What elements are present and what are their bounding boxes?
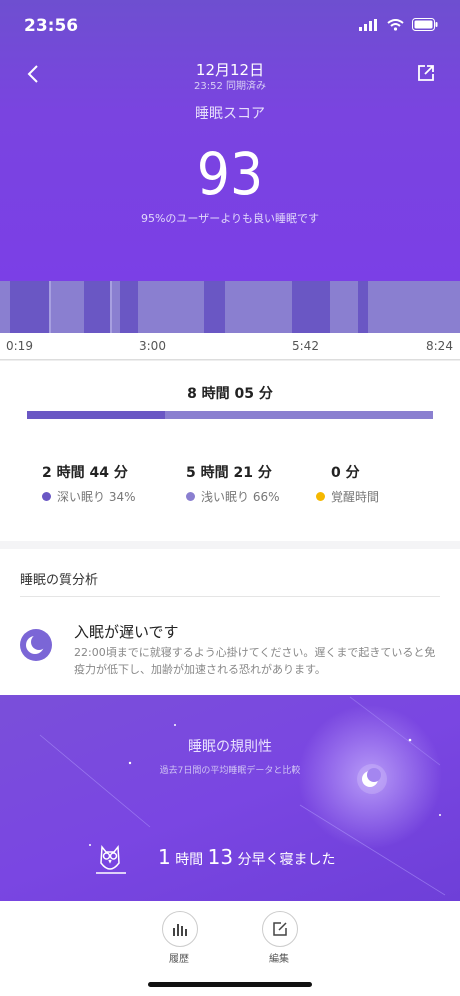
sync-status: 23:52 同期済み bbox=[194, 81, 266, 92]
light-sleep-value: 5 時間 21 分 bbox=[186, 465, 272, 481]
awake-time-label: 覚醒時間 bbox=[316, 488, 379, 505]
sleep-stage-timeline[interactable] bbox=[0, 281, 460, 333]
result-hours: 1 bbox=[158, 845, 171, 869]
analysis-heading: 入眠が遅いです bbox=[74, 623, 179, 641]
light-sleep-divider bbox=[110, 281, 112, 333]
history-label[interactable]: 履歴 bbox=[149, 950, 209, 965]
deep-sleep-value: 2 時間 44 分 bbox=[42, 465, 128, 481]
score-description: 95%のユーザーよりも良い睡眠です bbox=[140, 212, 319, 225]
sleep-summary-card: 8 時間 05 分 2 時間 44 分 深い眠り 34% 5 時間 21 分 浅… bbox=[0, 360, 460, 541]
awake-label-text: 覚醒時間 bbox=[331, 490, 380, 504]
deep-sleep-segment bbox=[120, 281, 138, 333]
share-icon[interactable] bbox=[417, 64, 435, 82]
starry-background bbox=[39, 696, 446, 896]
timeline-axis: 0:19 3:00 5:42 8:24 bbox=[0, 333, 460, 360]
tick-label: 8:24 bbox=[426, 339, 453, 353]
deep-sleep-bar bbox=[27, 411, 165, 419]
signal-icon bbox=[359, 18, 377, 31]
edit-icon bbox=[273, 922, 287, 936]
light-sleep-label-text: 浅い眠り 66% bbox=[201, 490, 280, 504]
status-time: 23:56 bbox=[24, 16, 79, 36]
deep-sleep-segment bbox=[10, 281, 49, 333]
result-minutes: 13 bbox=[207, 845, 234, 869]
deep-sleep-segment bbox=[358, 281, 368, 333]
moon-icon bbox=[20, 629, 52, 661]
sleep-quality-analysis: 睡眠の質分析 入眠が遅いです 22:00頃までに就寝するよう心掛けてください。遅… bbox=[0, 549, 460, 695]
deep-sleep-label-text: 深い眠り 34% bbox=[57, 490, 136, 504]
wifi-icon bbox=[387, 18, 404, 31]
tick-label: 0:19 bbox=[6, 339, 33, 353]
light-sleep-dot-icon bbox=[186, 492, 195, 501]
deep-sleep-segment bbox=[84, 281, 110, 333]
sleep-regularity-panel[interactable]: 睡眠の規則性 過去7日間の平均睡眠データと比較 1 時間 13 分早く寝ました bbox=[0, 695, 460, 901]
deep-sleep-segment bbox=[204, 281, 225, 333]
regularity-subtitle: 過去7日間の平均睡眠データと比較 bbox=[159, 766, 301, 776]
awake-dot-icon bbox=[316, 492, 325, 501]
edit-button[interactable] bbox=[262, 911, 298, 947]
awake-time-value: 0 分 bbox=[331, 465, 360, 481]
sleep-score-header: 23:56 12月12日 23:52 同期済み 睡眠スコア 93 95%のユーザ… bbox=[0, 0, 460, 282]
score-label: 睡眠スコア bbox=[195, 106, 265, 122]
bar-chart-icon bbox=[173, 924, 187, 936]
status-icons bbox=[359, 18, 438, 31]
owl-icon bbox=[96, 845, 126, 874]
edit-label[interactable]: 編集 bbox=[249, 950, 309, 965]
deep-sleep-dot-icon bbox=[42, 492, 51, 501]
deep-sleep-label: 深い眠り 34% bbox=[42, 488, 136, 505]
deep-sleep-segment bbox=[292, 281, 330, 333]
tick-label: 5:42 bbox=[292, 339, 319, 353]
result-hours-unit: 時間 bbox=[175, 852, 204, 868]
regularity-result: 1 時間 13 分早く寝ました bbox=[158, 845, 336, 869]
light-sleep-bar bbox=[165, 411, 433, 419]
divider bbox=[20, 596, 440, 597]
battery-icon bbox=[412, 18, 438, 31]
regularity-title: 睡眠の規則性 bbox=[188, 739, 272, 755]
history-button[interactable] bbox=[162, 911, 198, 947]
home-indicator bbox=[148, 982, 312, 987]
total-sleep-duration: 8 時間 05 分 bbox=[187, 386, 273, 402]
section-title: 睡眠の質分析 bbox=[20, 573, 99, 588]
light-sleep-label: 浅い眠り 66% bbox=[186, 488, 280, 505]
sleep-score-value: 93 bbox=[196, 140, 264, 208]
light-sleep-divider bbox=[49, 281, 51, 333]
result-tail: 分早く寝ました bbox=[237, 852, 336, 868]
analysis-advice: 22:00頃までに就寝するよう心掛けてください。遅くまで起きていると免疫力が低下… bbox=[74, 646, 436, 676]
tick-label: 3:00 bbox=[139, 339, 166, 353]
